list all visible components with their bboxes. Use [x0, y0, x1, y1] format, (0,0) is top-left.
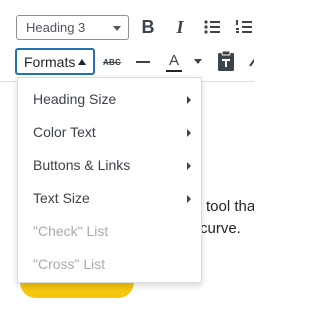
formats-dropdown-menu: Heading Size Color Text Buttons & Links …: [17, 77, 202, 283]
chevron-right-icon: [187, 162, 191, 170]
menu-item-label: "Cross" List: [33, 256, 106, 272]
clipboard-icon: [218, 50, 234, 71]
bold-icon: B: [141, 16, 155, 37]
strikethrough-button[interactable]: ABC: [101, 52, 123, 72]
menu-item-label: Buttons & Links: [33, 157, 131, 173]
menu-item-label: Heading Size: [33, 91, 117, 107]
block-format-value: Heading 3: [26, 20, 86, 35]
text-color-swatch: [166, 70, 182, 72]
horizontal-line-button[interactable]: [134, 52, 152, 72]
eraser-icon: [249, 58, 254, 67]
italic-button[interactable]: I: [170, 14, 190, 40]
paste-as-text-button[interactable]: [214, 48, 238, 74]
bold-button[interactable]: B: [137, 14, 159, 40]
editor-text-line: tool tha: [206, 198, 254, 215]
menu-item-buttons-links[interactable]: Buttons & Links: [18, 148, 201, 181]
horizontal-line-icon: [136, 61, 150, 63]
text-color-button[interactable]: A: [163, 49, 185, 75]
chevron-right-icon: [187, 129, 191, 137]
editor-text-line: curve.: [200, 220, 241, 237]
menu-item-heading-size[interactable]: Heading Size: [18, 82, 201, 115]
editor-toolbar: Heading 3 B I Formats ABC A: [0, 0, 254, 82]
editor-frame: Heading 3 B I Formats ABC A tool tha cur…: [0, 0, 254, 330]
chevron-up-icon: [78, 59, 86, 65]
numbered-list-icon: [236, 20, 252, 33]
bulleted-list-icon: [204, 20, 220, 34]
chevron-down-icon: [113, 26, 121, 31]
chevron-right-icon: [187, 96, 191, 104]
menu-item-cross-list[interactable]: "Cross" List: [18, 247, 201, 280]
formats-button[interactable]: Formats: [15, 48, 95, 75]
bulleted-list-button[interactable]: [202, 16, 222, 38]
menu-item-color-text[interactable]: Color Text: [18, 115, 201, 148]
strikethrough-icon: ABC: [103, 57, 121, 67]
chevron-right-icon: [187, 195, 191, 203]
block-format-select[interactable]: Heading 3: [16, 15, 129, 40]
menu-item-label: Color Text: [33, 124, 96, 140]
menu-item-text-size[interactable]: Text Size: [18, 181, 201, 214]
menu-item-check-list[interactable]: "Check" List: [18, 214, 201, 247]
numbered-list-button[interactable]: [234, 16, 254, 38]
menu-item-label: "Check" List: [33, 223, 109, 239]
text-color-icon: A: [168, 52, 179, 69]
text-color-dropdown-icon[interactable]: [194, 59, 202, 64]
italic-icon: I: [176, 16, 184, 37]
menu-item-label: Text Size: [33, 190, 90, 206]
formats-label: Formats: [24, 54, 76, 70]
clear-formatting-icon[interactable]: [246, 52, 254, 72]
